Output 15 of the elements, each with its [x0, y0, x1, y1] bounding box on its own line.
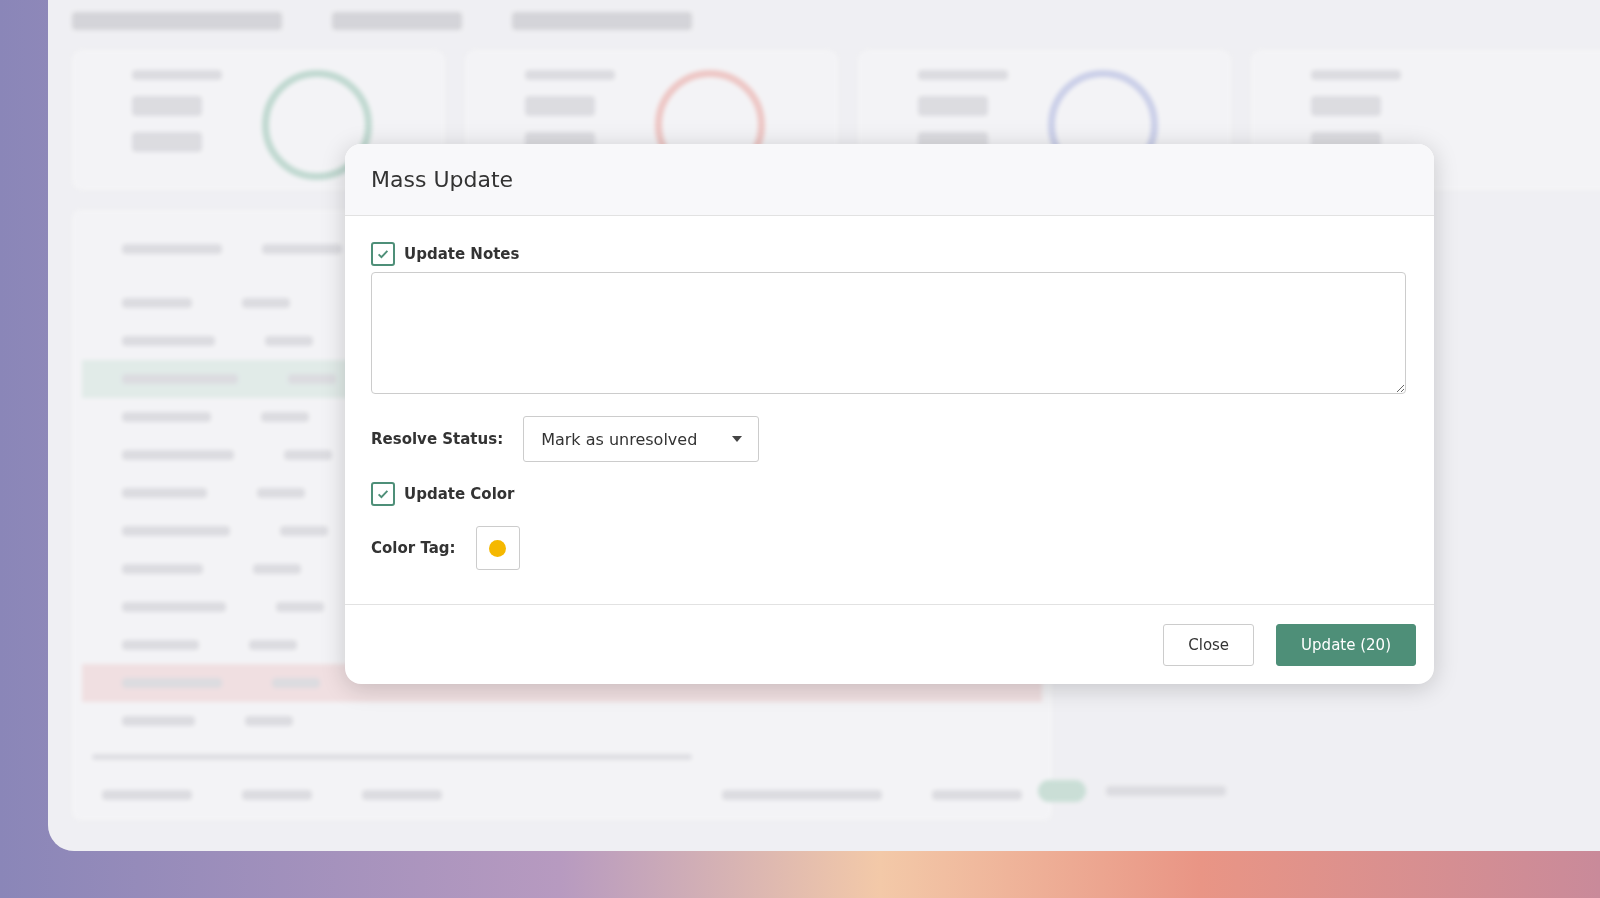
checkbox-label: Update Notes [404, 245, 520, 263]
check-icon [376, 247, 390, 261]
notes-field[interactable] [371, 272, 1406, 394]
field-label: Color Tag: [371, 539, 456, 557]
checkbox-label: Update Color [404, 485, 515, 503]
dialog-title: Mass Update [371, 167, 514, 192]
checkbox[interactable] [371, 482, 395, 506]
close-button[interactable]: Close [1163, 623, 1255, 666]
field-label: Resolve Status: [371, 430, 504, 448]
status-dropdown[interactable]: Mark as unresolved [523, 416, 760, 462]
caret-icon [732, 436, 743, 442]
color-picker[interactable] [475, 526, 520, 570]
checkbox[interactable] [371, 242, 395, 266]
update-button[interactable]: Update (20) [1276, 623, 1416, 666]
check-icon [376, 487, 390, 501]
